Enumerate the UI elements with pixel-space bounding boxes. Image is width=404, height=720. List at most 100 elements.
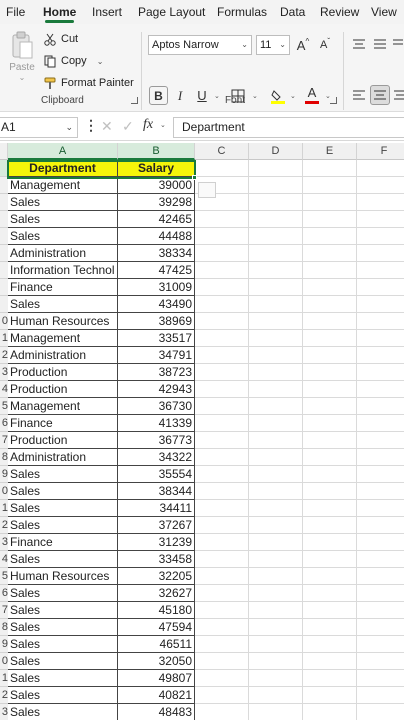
- empty-cell[interactable]: [357, 517, 404, 534]
- empty-cell[interactable]: [249, 194, 303, 211]
- row-header[interactable]: 6: [0, 585, 8, 602]
- empty-cell[interactable]: [303, 636, 357, 653]
- empty-cell[interactable]: [357, 262, 404, 279]
- empty-cell[interactable]: [303, 568, 357, 585]
- empty-cell[interactable]: [303, 653, 357, 670]
- empty-cell[interactable]: [357, 534, 404, 551]
- salary-cell[interactable]: 34791: [118, 347, 195, 364]
- empty-cell[interactable]: [357, 347, 404, 364]
- empty-cell[interactable]: [249, 602, 303, 619]
- empty-cell[interactable]: [195, 330, 249, 347]
- row-header[interactable]: [0, 194, 8, 211]
- salary-cell[interactable]: 40821: [118, 687, 195, 704]
- row-header[interactable]: 3: [0, 534, 8, 551]
- department-cell[interactable]: Finance: [8, 534, 118, 551]
- empty-cell[interactable]: [249, 432, 303, 449]
- empty-cell[interactable]: [303, 211, 357, 228]
- empty-cell[interactable]: [249, 670, 303, 687]
- header-cell-department[interactable]: Department: [8, 160, 118, 177]
- font-dialog-launcher-icon[interactable]: [330, 97, 337, 104]
- empty-cell[interactable]: [357, 636, 404, 653]
- worksheet-grid[interactable]: A B C D E F Department Salary Management 39…: [0, 143, 404, 720]
- department-cell[interactable]: Sales: [8, 585, 118, 602]
- empty-cell[interactable]: [357, 670, 404, 687]
- empty-cell[interactable]: [249, 330, 303, 347]
- empty-cell[interactable]: [195, 687, 249, 704]
- empty-cell[interactable]: [303, 398, 357, 415]
- row-header[interactable]: 3: [0, 364, 8, 381]
- salary-cell[interactable]: 32050: [118, 653, 195, 670]
- empty-cell[interactable]: [303, 483, 357, 500]
- salary-cell[interactable]: 35554: [118, 466, 195, 483]
- empty-cell[interactable]: [195, 534, 249, 551]
- empty-cell[interactable]: [303, 466, 357, 483]
- column-header-e[interactable]: E: [303, 143, 357, 160]
- tab-view[interactable]: View: [371, 0, 397, 24]
- department-cell[interactable]: Administration: [8, 347, 118, 364]
- empty-cell[interactable]: [303, 687, 357, 704]
- empty-cell[interactable]: [357, 704, 404, 720]
- empty-cell[interactable]: [303, 619, 357, 636]
- salary-cell[interactable]: 33517: [118, 330, 195, 347]
- empty-cell[interactable]: [357, 483, 404, 500]
- align-left-button[interactable]: [351, 87, 367, 103]
- salary-cell[interactable]: 37267: [118, 517, 195, 534]
- empty-cell[interactable]: [249, 313, 303, 330]
- salary-cell[interactable]: 36773: [118, 432, 195, 449]
- row-header[interactable]: [0, 160, 8, 177]
- empty-cell[interactable]: [195, 551, 249, 568]
- empty-cell[interactable]: [357, 551, 404, 568]
- row-header[interactable]: [0, 228, 8, 245]
- empty-cell[interactable]: [249, 653, 303, 670]
- column-header-b[interactable]: B: [118, 143, 195, 160]
- row-header[interactable]: 7: [0, 602, 8, 619]
- salary-cell[interactable]: 42465: [118, 211, 195, 228]
- department-cell[interactable]: Finance: [8, 415, 118, 432]
- align-center-button[interactable]: [370, 85, 390, 105]
- empty-cell[interactable]: [303, 228, 357, 245]
- empty-cell[interactable]: [357, 585, 404, 602]
- align-bottom-button[interactable]: [392, 36, 404, 52]
- empty-cell[interactable]: [249, 364, 303, 381]
- salary-cell[interactable]: 41339: [118, 415, 195, 432]
- department-cell[interactable]: Human Resources: [8, 568, 118, 585]
- department-cell[interactable]: Sales: [8, 194, 118, 211]
- empty-cell[interactable]: [249, 211, 303, 228]
- salary-cell[interactable]: 49807: [118, 670, 195, 687]
- empty-cell[interactable]: [249, 500, 303, 517]
- empty-cell[interactable]: [357, 500, 404, 517]
- empty-cell[interactable]: [249, 381, 303, 398]
- font-size-select[interactable]: 11 ⌄: [256, 35, 290, 55]
- empty-cell[interactable]: [357, 279, 404, 296]
- tab-review[interactable]: Review: [320, 0, 359, 24]
- empty-cell[interactable]: [249, 160, 303, 177]
- row-header[interactable]: 9: [0, 636, 8, 653]
- underline-button[interactable]: U: [194, 86, 210, 105]
- paste-button[interactable]: Paste ⌄: [6, 30, 38, 100]
- empty-cell[interactable]: [303, 381, 357, 398]
- format-painter-button[interactable]: Format Painter: [44, 74, 134, 92]
- column-header-a[interactable]: A: [8, 143, 118, 160]
- row-header[interactable]: [0, 211, 8, 228]
- salary-cell[interactable]: 32205: [118, 568, 195, 585]
- empty-cell[interactable]: [249, 619, 303, 636]
- row-header[interactable]: 7: [0, 432, 8, 449]
- row-header[interactable]: 0: [0, 483, 8, 500]
- empty-cell[interactable]: [249, 483, 303, 500]
- empty-cell[interactable]: [249, 279, 303, 296]
- empty-cell[interactable]: [357, 381, 404, 398]
- empty-cell[interactable]: [303, 517, 357, 534]
- empty-cell[interactable]: [195, 211, 249, 228]
- empty-cell[interactable]: [303, 245, 357, 262]
- department-cell[interactable]: Sales: [8, 704, 118, 720]
- empty-cell[interactable]: [195, 262, 249, 279]
- empty-cell[interactable]: [249, 228, 303, 245]
- empty-cell[interactable]: [195, 568, 249, 585]
- salary-cell[interactable]: 33458: [118, 551, 195, 568]
- empty-cell[interactable]: [303, 296, 357, 313]
- empty-cell[interactable]: [303, 670, 357, 687]
- salary-cell[interactable]: 47425: [118, 262, 195, 279]
- cancel-icon[interactable]: ✕: [101, 118, 113, 135]
- department-cell[interactable]: Human Resources: [8, 313, 118, 330]
- empty-cell[interactable]: [195, 517, 249, 534]
